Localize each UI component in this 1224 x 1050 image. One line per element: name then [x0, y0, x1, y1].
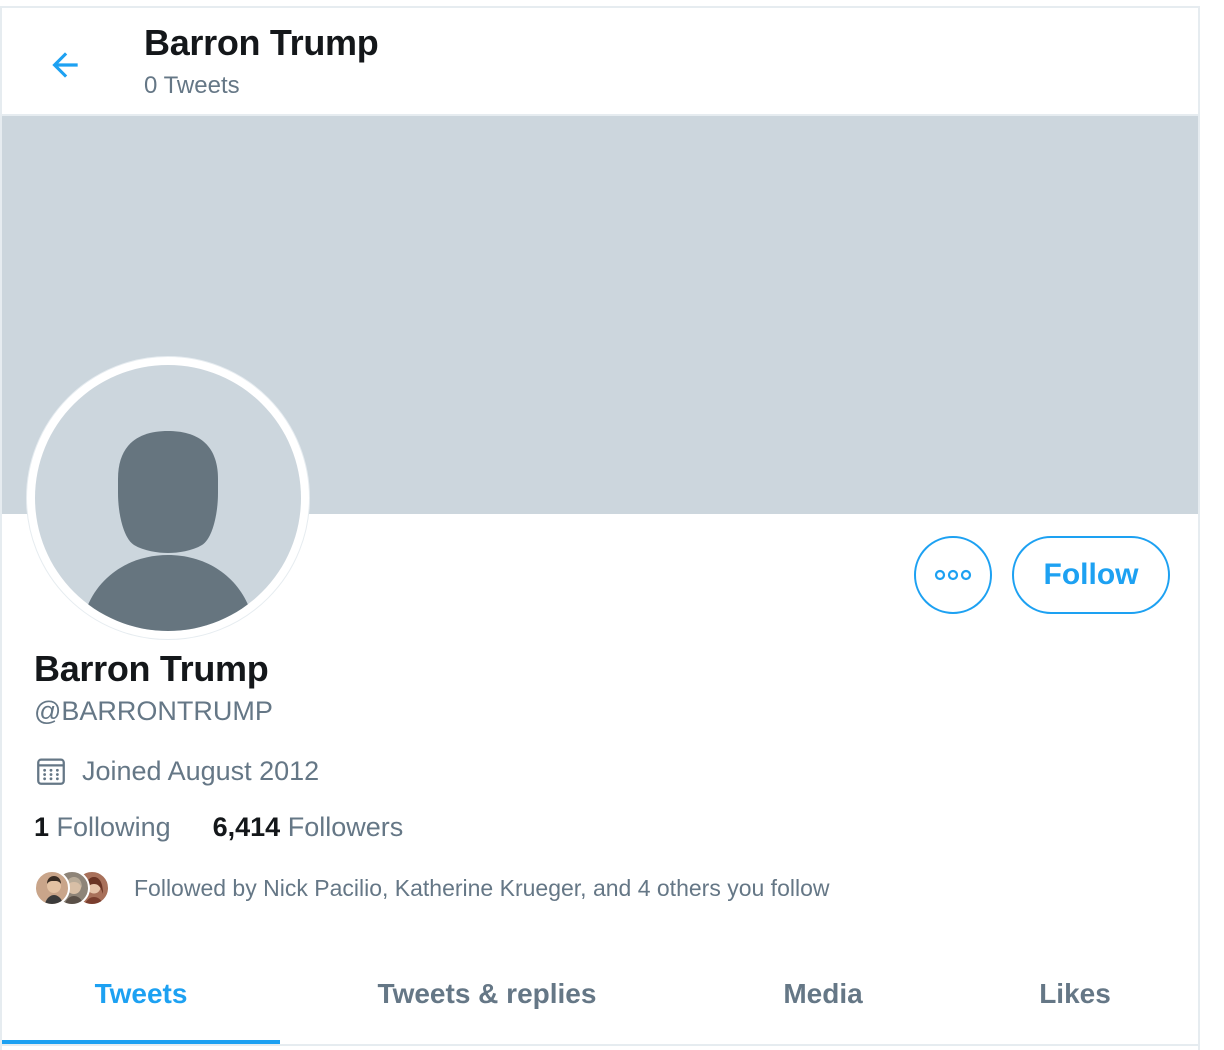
- display-name: Barron Trump: [34, 648, 269, 689]
- following-link[interactable]: 1 Following: [34, 812, 171, 843]
- user-handle: @BARRONTRUMP: [34, 696, 273, 726]
- followers-label: Followers: [287, 812, 404, 842]
- profile-avatar[interactable]: [26, 356, 310, 640]
- followers-count: 6,414: [212, 812, 281, 842]
- following-count: 1: [34, 812, 50, 842]
- tab-likes[interactable]: Likes: [952, 944, 1198, 1044]
- mutual-avatar: [34, 870, 70, 906]
- arrow-left-icon: [52, 52, 78, 78]
- tab-tweets-replies[interactable]: Tweets & replies: [280, 944, 694, 1044]
- tab-media[interactable]: Media: [694, 944, 952, 1044]
- calendar-icon: [37, 758, 65, 785]
- default-avatar-icon: [87, 431, 249, 631]
- profile-tabs: Tweets Tweets & replies Media Likes: [2, 944, 1198, 1046]
- followers-link[interactable]: 6,414 Followers: [213, 812, 404, 843]
- follow-button[interactable]: Follow: [1012, 536, 1170, 614]
- follow-stats: 1 Following 6,414 Followers: [34, 812, 403, 843]
- profile-page: Barron Trump 0 Tweets Follow Barron Trum…: [0, 6, 1200, 1050]
- more-horizontal-icon: [934, 569, 972, 581]
- following-label: Following: [56, 812, 171, 842]
- mutual-avatars: [34, 870, 112, 906]
- joined-text: Joined August 2012: [82, 755, 320, 786]
- followed-by-row[interactable]: Followed by Nick Pacilio, Katherine Krue…: [34, 870, 829, 906]
- header-title: Barron Trump: [144, 22, 379, 63]
- joined-date: Joined August 2012: [34, 754, 319, 788]
- profile-header: Barron Trump 0 Tweets: [2, 8, 1198, 116]
- tweet-count: 0 Tweets: [144, 72, 240, 99]
- tab-tweets[interactable]: Tweets: [2, 944, 280, 1044]
- back-button[interactable]: [42, 42, 88, 88]
- followed-by-text: Followed by Nick Pacilio, Katherine Krue…: [134, 874, 830, 901]
- more-options-button[interactable]: [914, 536, 992, 614]
